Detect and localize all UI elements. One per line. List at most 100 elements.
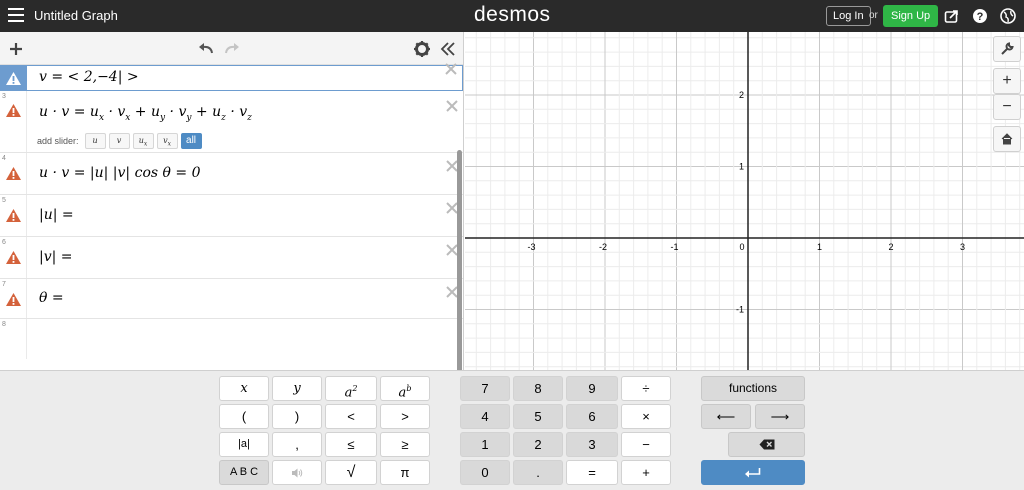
expression-gutter: 3: [0, 91, 27, 152]
key-3[interactable]: 3: [566, 432, 618, 457]
wrench-icon: [1001, 42, 1014, 55]
expression-row[interactable]: v = < 2,−4| >: [0, 62, 463, 91]
key-5[interactable]: 5: [513, 404, 563, 429]
graph-title[interactable]: Untitled Graph: [34, 8, 118, 23]
key-equals[interactable]: =: [566, 460, 618, 485]
expression-latex[interactable]: v = < 2,−4| >: [39, 69, 139, 85]
expression-row[interactable]: 4 u · v = |u| |v| cos θ = 0: [0, 153, 463, 195]
graph-canvas[interactable]: -3 -2 -1 0 1 2 3 2 1 -1: [465, 32, 1024, 370]
expression-gutter: 4: [0, 153, 27, 194]
svg-text:?: ?: [977, 11, 984, 23]
key-pi[interactable]: π: [380, 460, 430, 485]
expression-gutter: 6: [0, 237, 27, 278]
enter-icon: [745, 468, 761, 478]
warning-icon[interactable]: [5, 166, 22, 181]
key-open-paren[interactable]: (: [219, 404, 269, 429]
home-button[interactable]: [993, 126, 1021, 152]
signup-button[interactable]: Sign Up: [883, 5, 939, 27]
tick-label: -1: [670, 242, 678, 252]
delete-expression-icon[interactable]: [445, 99, 459, 113]
slider-button-ux[interactable]: ux: [132, 133, 154, 149]
warning-icon[interactable]: [5, 103, 22, 118]
slider-button-all[interactable]: all: [180, 133, 202, 149]
key-enter[interactable]: [701, 460, 805, 485]
zoom-out-button[interactable]: −: [993, 94, 1021, 120]
key-8[interactable]: 8: [513, 376, 563, 401]
expression-row[interactable]: 7 θ =: [0, 279, 463, 319]
key-4[interactable]: 4: [460, 404, 510, 429]
tick-label: -3: [527, 242, 535, 252]
warning-icon[interactable]: [5, 71, 22, 86]
expression-toolbar: [0, 32, 463, 65]
warning-icon[interactable]: [5, 250, 22, 265]
wrench-settings-button[interactable]: [993, 36, 1021, 62]
expression-row[interactable]: 3 u · v = ux · vx + uy · vy + uz · vz ad…: [0, 91, 463, 153]
redo-icon[interactable]: [223, 40, 241, 58]
login-button[interactable]: Log In: [826, 6, 871, 26]
key-divide[interactable]: ÷: [621, 376, 671, 401]
key-2[interactable]: 2: [513, 432, 563, 457]
key-decimal[interactable]: .: [513, 460, 563, 485]
key-1[interactable]: 1: [460, 432, 510, 457]
expression-row[interactable]: 5 |u| =: [0, 195, 463, 237]
expression-latex[interactable]: |v| =: [39, 249, 73, 265]
key-6[interactable]: 6: [566, 404, 618, 429]
key-audio[interactable]: [272, 460, 322, 485]
key-left-arrow[interactable]: ⟵: [701, 404, 751, 429]
tick-label: 1: [817, 242, 822, 252]
undo-icon[interactable]: [197, 40, 215, 58]
expression-scrollbar[interactable]: [457, 150, 462, 370]
key-y[interactable]: y: [272, 376, 322, 401]
functions-button[interactable]: functions: [701, 376, 805, 401]
key-9[interactable]: 9: [566, 376, 618, 401]
key-right-arrow[interactable]: ⟶: [755, 404, 805, 429]
add-slider-label: add slider:: [37, 136, 79, 146]
expression-latex[interactable]: |u| =: [39, 207, 74, 223]
key-greater-equal[interactable]: ≥: [380, 432, 430, 457]
expression-number: 3: [2, 93, 6, 100]
expression-latex[interactable]: u · v = |u| |v| cos θ = 0: [39, 165, 200, 181]
tick-label: 0: [739, 242, 744, 252]
expression-latex[interactable]: θ =: [39, 290, 64, 306]
key-a-squared[interactable]: a2: [325, 376, 377, 401]
expression-gutter: 5: [0, 195, 27, 236]
speaker-icon: [292, 468, 303, 478]
settings-gear-icon[interactable]: [413, 40, 431, 58]
key-less-equal[interactable]: ≤: [325, 432, 377, 457]
expression-row[interactable]: 8: [0, 319, 463, 359]
warning-icon[interactable]: [5, 292, 22, 307]
key-minus[interactable]: −: [621, 432, 671, 457]
expression-latex[interactable]: u · v = ux · vx + uy · vy + uz · vz: [39, 104, 252, 123]
key-abc[interactable]: A B C: [219, 460, 269, 485]
expression-row[interactable]: 6 |v| =: [0, 237, 463, 279]
key-7[interactable]: 7: [460, 376, 510, 401]
key-close-paren[interactable]: ): [272, 404, 322, 429]
key-absolute-value[interactable]: |a|: [219, 432, 269, 457]
key-backspace[interactable]: [728, 432, 805, 457]
tick-label: 3: [960, 242, 965, 252]
menu-icon[interactable]: [8, 8, 24, 22]
expression-number: 8: [2, 321, 6, 328]
help-icon[interactable]: ?: [972, 8, 988, 24]
slider-button-vx[interactable]: vx: [156, 133, 178, 149]
key-0[interactable]: 0: [460, 460, 510, 485]
key-plus[interactable]: +: [621, 460, 671, 485]
key-multiply[interactable]: ×: [621, 404, 671, 429]
slider-button-v[interactable]: v: [108, 133, 130, 149]
slider-button-u[interactable]: u: [84, 133, 106, 149]
zoom-in-button[interactable]: +: [993, 68, 1021, 94]
delete-expression-icon[interactable]: [444, 62, 458, 76]
add-expression-icon[interactable]: [7, 40, 25, 58]
collapse-panel-icon[interactable]: [439, 40, 457, 58]
key-x[interactable]: x: [219, 376, 269, 401]
key-less-than[interactable]: <: [325, 404, 377, 429]
tick-label: 1: [739, 162, 744, 172]
key-greater-than[interactable]: >: [380, 404, 430, 429]
key-comma[interactable]: ,: [272, 432, 322, 457]
share-icon[interactable]: [944, 8, 960, 24]
key-a-power-b[interactable]: ab: [380, 376, 430, 401]
key-sqrt[interactable]: √: [325, 460, 377, 485]
warning-icon[interactable]: [5, 208, 22, 223]
or-text: or: [869, 10, 878, 21]
globe-icon[interactable]: [1000, 8, 1016, 24]
